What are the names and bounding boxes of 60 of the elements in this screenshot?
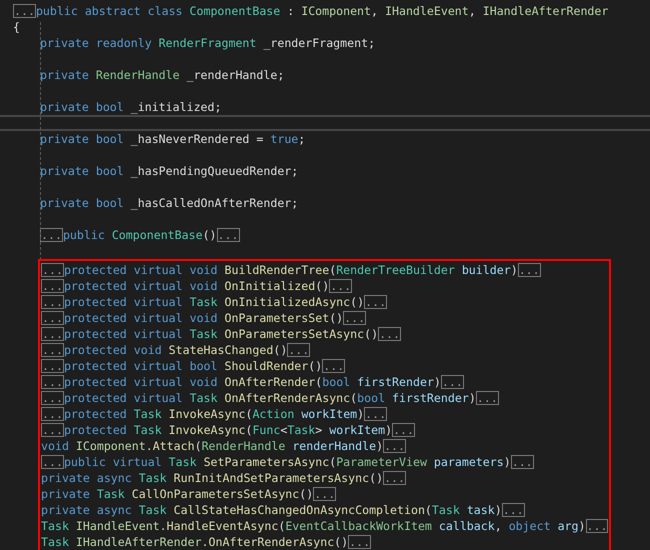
fold-toggle[interactable]: ... (41, 359, 64, 373)
fold-toggle[interactable]: ... (13, 4, 36, 18)
code-line: protected Task InvokeAsync(Func<Task> workItem) (64, 422, 392, 438)
fold-toggle[interactable]: ... (364, 295, 388, 309)
code-line: private Task CallOnParametersSetAsync() (41, 486, 314, 502)
code-line: private RenderHandle _renderHandle; (40, 67, 284, 83)
fold-toggle[interactable]: ... (40, 228, 63, 242)
fold-toggle[interactable]: ... (343, 311, 366, 325)
code-line: Task IHandleEvent.HandleEventAsync(EventCallbackWorkItem callback, object arg) (41, 518, 586, 534)
code-line: protected virtual void OnInitialized() (64, 278, 330, 294)
fold-toggle[interactable]: ... (518, 263, 541, 277)
fold-toggle[interactable]: ... (476, 391, 499, 405)
fold-toggle[interactable]: ... (392, 423, 416, 437)
fold-toggle[interactable]: ... (41, 343, 64, 357)
fold-toggle[interactable]: ... (41, 327, 64, 341)
code-line: public ComponentBase() (62, 227, 217, 243)
fold-toggle[interactable]: ... (322, 359, 346, 373)
fold-toggle[interactable]: ... (41, 375, 64, 389)
fold-toggle[interactable]: ... (383, 439, 406, 453)
code-line: private async Task RunInitAndSetParametersAsync() (41, 470, 384, 486)
code-line: { (13, 19, 20, 35)
fold-toggle[interactable]: ... (41, 455, 64, 469)
code-line: protected virtual bool ShouldRender() (64, 358, 322, 374)
fold-toggle[interactable]: ... (41, 407, 64, 421)
fold-toggle[interactable]: ... (329, 279, 352, 293)
fold-toggle[interactable]: ... (287, 343, 310, 357)
fold-toggle[interactable]: ... (348, 535, 372, 549)
code-line: protected virtual Task OnAfterRenderAsync(bool firstRender) (64, 390, 476, 406)
fold-toggle[interactable]: ... (41, 263, 64, 277)
fold-toggle[interactable]: ... (364, 407, 388, 421)
code-line: protected virtual Task OnParametersSetAsync() (64, 326, 378, 342)
fold-toggle[interactable]: ... (378, 327, 402, 341)
code-line: protected Task InvokeAsync(Action workItem) (64, 406, 364, 422)
code-line: public abstract class ComponentBase : IComponent, IHandleEvent, IHandleAfterRender (36, 3, 608, 19)
code-line: protected virtual void OnAfterRender(bool firstRender) (64, 374, 441, 390)
code-line: private bool _hasCalledOnAfterRender; (40, 195, 298, 211)
code-line: private readonly RenderFragment _renderFragment; (40, 35, 376, 51)
fold-toggle[interactable]: ... (41, 295, 64, 309)
code-line: Task IHandleAfterRender.OnAfterRenderAsync() (41, 534, 348, 550)
fold-toggle[interactable]: ... (510, 455, 534, 469)
code-line: public virtual Task SetParametersAsync(ParameterView parameters) (64, 454, 511, 470)
code-line: protected virtual void OnParametersSet() (64, 310, 344, 326)
code-line: private async Task CallStateHasChangedOnAsyncCompletion(Task task) (41, 502, 502, 518)
fold-toggle[interactable]: ... (41, 279, 64, 293)
code-line: private bool _hasPendingQueuedRender; (40, 163, 298, 179)
code-line: protected virtual Task OnInitializedAsync() (64, 294, 364, 310)
code-line: protected virtual void BuildRenderTree(RenderTreeBuilder builder) (64, 262, 518, 278)
fold-toggle[interactable]: ... (440, 375, 464, 389)
code-line: protected void StateHasChanged() (64, 342, 288, 358)
fold-toggle[interactable]: ... (313, 487, 336, 501)
fold-toggle[interactable]: ... (502, 503, 525, 517)
fold-toggle[interactable]: ... (216, 228, 240, 242)
fold-toggle[interactable]: ... (41, 391, 64, 405)
fold-toggle[interactable]: ... (383, 471, 406, 485)
fold-toggle[interactable]: ... (41, 423, 64, 437)
fold-toggle[interactable]: ... (586, 519, 608, 533)
code-line: private bool _hasNeverRendered = true; (40, 131, 306, 147)
code-line: private bool _initialized; (40, 99, 222, 115)
code-line: void IComponent.Attach(RenderHandle renderHandle) (41, 438, 384, 454)
fold-toggle[interactable]: ... (41, 311, 64, 325)
